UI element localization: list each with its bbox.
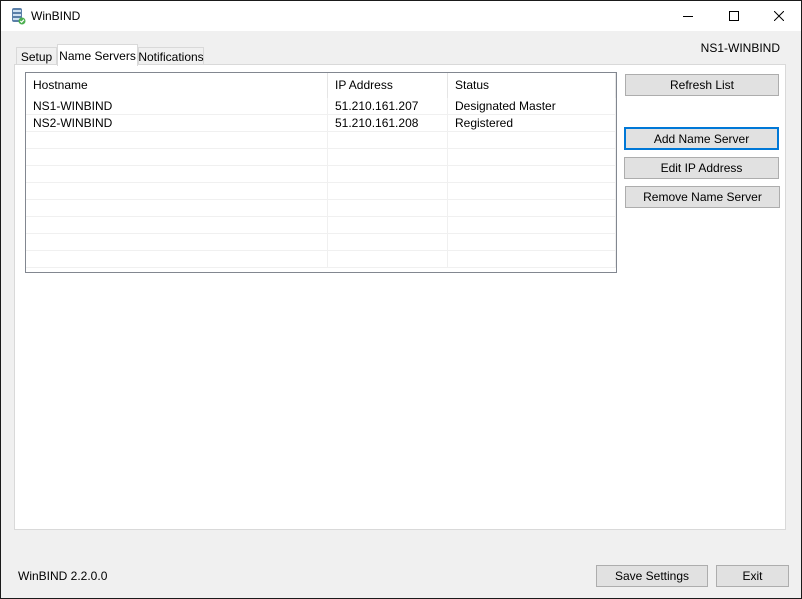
cell-status <box>448 234 616 250</box>
table-row[interactable] <box>26 217 616 234</box>
cell-status <box>448 183 616 199</box>
table-row[interactable] <box>26 183 616 200</box>
cell-hostname: NS2-WINBIND <box>26 115 328 131</box>
version-label: WinBIND 2.2.0.0 <box>18 569 108 583</box>
tab-setup[interactable]: Setup <box>16 47 57 65</box>
table-row[interactable] <box>26 200 616 217</box>
cell-status: Designated Master <box>448 98 616 114</box>
add-name-server-button[interactable]: Add Name Server <box>624 127 779 150</box>
table-row[interactable] <box>26 166 616 183</box>
cell-status <box>448 166 616 182</box>
cell-hostname <box>26 132 328 148</box>
cell-status <box>448 200 616 216</box>
cell-hostname <box>26 234 328 250</box>
cell-ip-address <box>328 166 448 182</box>
cell-status <box>448 149 616 165</box>
cell-hostname: NS1-WINBIND <box>26 98 328 114</box>
minimize-button[interactable] <box>665 1 711 31</box>
cell-hostname <box>26 166 328 182</box>
table-row[interactable]: NS2-WINBIND 51.210.161.208 Registered <box>26 115 616 132</box>
cell-ip-address <box>328 251 448 267</box>
cell-status <box>448 132 616 148</box>
table-row[interactable] <box>26 132 616 149</box>
list-header: Hostname IP Address Status <box>26 73 616 98</box>
cell-hostname <box>26 217 328 233</box>
maximize-icon <box>729 11 739 21</box>
tab-notifications[interactable]: Notifications <box>138 47 204 65</box>
maximize-button[interactable] <box>711 1 757 31</box>
server-name-label: NS1-WINBIND <box>700 41 780 55</box>
cell-ip-address: 51.210.161.207 <box>328 98 448 114</box>
list-rows: NS1-WINBIND 51.210.161.207 Designated Mast… <box>26 98 616 268</box>
table-row[interactable] <box>26 234 616 251</box>
close-icon <box>774 11 784 21</box>
close-button[interactable] <box>756 1 802 31</box>
table-row[interactable]: NS1-WINBIND 51.210.161.207 Designated Mast… <box>26 98 616 115</box>
table-row[interactable] <box>26 149 616 166</box>
cell-ip-address <box>328 200 448 216</box>
cell-hostname <box>26 149 328 165</box>
cell-ip-address <box>328 149 448 165</box>
edit-ip-address-button[interactable]: Edit IP Address <box>624 157 779 179</box>
cell-ip-address <box>328 217 448 233</box>
save-settings-button[interactable]: Save Settings <box>596 565 708 587</box>
title-bar[interactable]: WinBIND <box>1 1 801 31</box>
refresh-list-button[interactable]: Refresh List <box>625 74 779 96</box>
column-header-ip-address[interactable]: IP Address <box>328 73 448 98</box>
cell-ip-address <box>328 132 448 148</box>
column-header-hostname[interactable]: Hostname <box>26 73 328 98</box>
cell-status <box>448 251 616 267</box>
cell-status: Registered <box>448 115 616 131</box>
minimize-icon <box>683 16 693 17</box>
exit-button[interactable]: Exit <box>716 565 789 587</box>
cell-ip-address <box>328 234 448 250</box>
cell-ip-address <box>328 183 448 199</box>
name-servers-list[interactable]: Hostname IP Address Status NS1-WINBIND 51… <box>25 72 617 273</box>
column-header-status[interactable]: Status <box>448 73 616 98</box>
table-row[interactable] <box>26 251 616 268</box>
database-app-icon <box>10 7 26 25</box>
remove-name-server-button[interactable]: Remove Name Server <box>625 186 780 208</box>
cell-hostname <box>26 251 328 267</box>
cell-ip-address: 51.210.161.208 <box>328 115 448 131</box>
cell-status <box>448 217 616 233</box>
cell-hostname <box>26 200 328 216</box>
app-window: WinBIND NS1-WINBIND Setup Name Servers N… <box>0 0 802 599</box>
cell-hostname <box>26 183 328 199</box>
window-title: WinBIND <box>31 9 81 23</box>
tab-name-servers[interactable]: Name Servers <box>57 44 138 66</box>
